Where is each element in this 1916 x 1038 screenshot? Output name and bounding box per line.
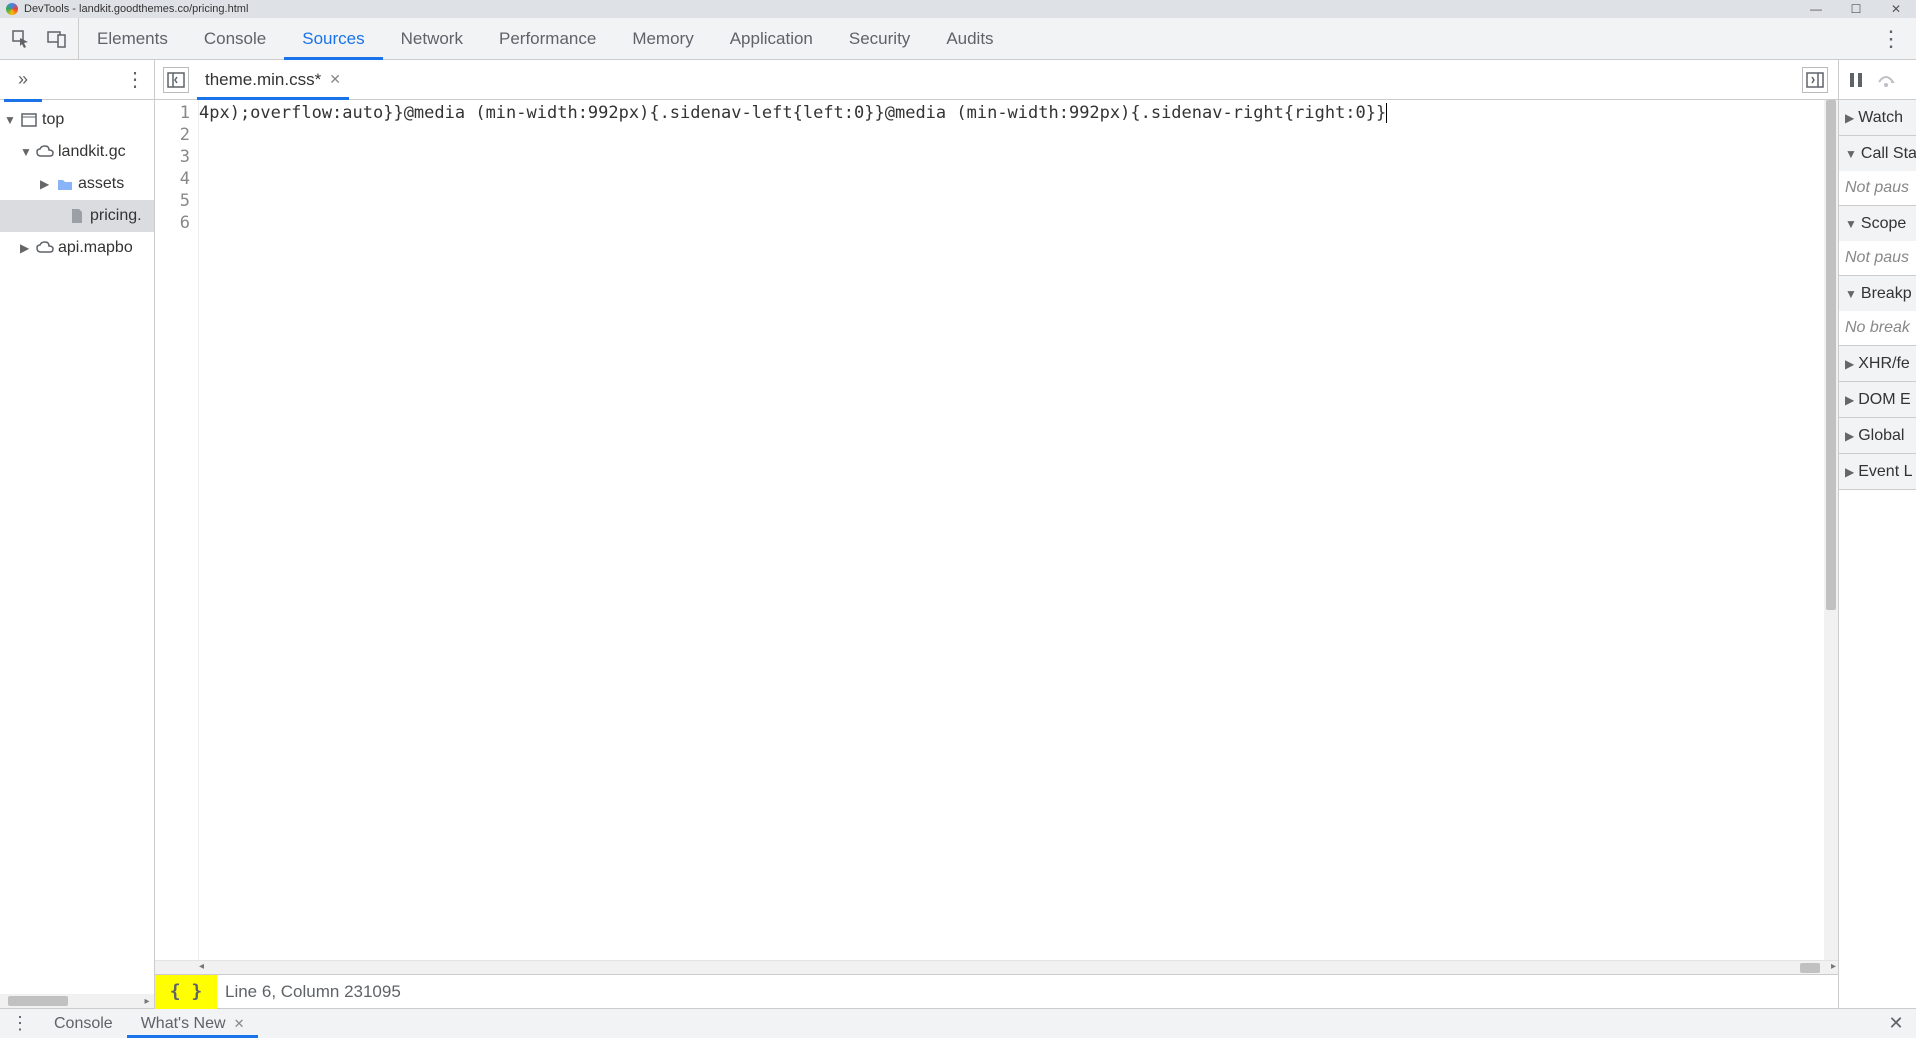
navigator-scrollbar[interactable]: ▸ <box>0 994 154 1008</box>
scope-section[interactable]: ▼Scope Not paus <box>1839 206 1916 276</box>
global-listeners-section[interactable]: ▶Global <box>1839 418 1916 454</box>
scrollbar-thumb[interactable] <box>1800 963 1820 973</box>
navigator-toggle-icon[interactable] <box>163 67 189 93</box>
step-over-icon[interactable] <box>1877 72 1897 88</box>
tree-label: landkit.gc <box>58 143 126 161</box>
collapse-icon[interactable]: ▼ <box>1845 217 1857 231</box>
editor-vscrollbar[interactable] <box>1824 100 1838 960</box>
scrollbar-thumb[interactable] <box>1826 100 1836 610</box>
navigator-menu-icon[interactable]: ⋮ <box>124 69 146 91</box>
cloud-icon <box>36 145 54 159</box>
dom-breakpoints-section[interactable]: ▶DOM E <box>1839 382 1916 418</box>
devtools-main-toolbar: Elements Console Sources Network Perform… <box>0 18 1916 60</box>
tree-row-domain-2[interactable]: ▶ api.mapbo <box>0 232 154 264</box>
inspect-element-icon[interactable] <box>10 28 32 50</box>
tab-sources[interactable]: Sources <box>284 18 382 59</box>
tree-row-folder[interactable]: ▶ assets <box>0 168 154 200</box>
close-tab-icon[interactable]: ✕ <box>329 71 341 88</box>
collapse-icon[interactable]: ▼ <box>20 145 32 159</box>
tree-row-top[interactable]: ▼ top <box>0 104 154 136</box>
tab-application[interactable]: Application <box>712 18 831 59</box>
tab-security[interactable]: Security <box>831 18 928 59</box>
tab-audits[interactable]: Audits <box>928 18 1011 59</box>
main-tabs: Elements Console Sources Network Perform… <box>79 18 1012 59</box>
scroll-right-icon[interactable]: ▸ <box>140 996 154 1007</box>
close-drawer-icon[interactable]: ✕ <box>1876 1009 1916 1038</box>
pretty-print-button[interactable]: { } <box>155 975 217 1009</box>
frame-icon <box>20 113 38 127</box>
settings-menu-icon[interactable]: ⋮ <box>1880 28 1902 50</box>
editor-area: theme.min.css* ✕ 1 2 3 4 5 6 4px);overfl… <box>155 60 1838 1008</box>
tree-row-domain[interactable]: ▼ landkit.gc <box>0 136 154 168</box>
sources-navigator: » ⋮ ▼ top ▼ landkit.gc ▶ assets pr <box>0 60 155 1008</box>
drawer-tab-console[interactable]: Console <box>40 1009 127 1038</box>
window-title: DevTools - landkit.goodthemes.co/pricing… <box>24 3 248 15</box>
tree-row-file[interactable]: pricing. <box>0 200 154 232</box>
folder-icon <box>56 177 74 191</box>
scroll-left-icon[interactable]: ◂ <box>199 961 204 972</box>
breakpoints-section[interactable]: ▼Breakp No break <box>1839 276 1916 346</box>
debugger-toggle-icon[interactable] <box>1802 67 1828 93</box>
drawer-tab-whatsnew[interactable]: What's New ✕ <box>127 1009 259 1038</box>
debugger-pane: ▶Watch ▼Call Sta Not paus ▼Scope Not pau… <box>1838 60 1916 1008</box>
tree-label: api.mapbo <box>58 239 133 257</box>
expand-icon[interactable]: ▶ <box>20 241 32 255</box>
expand-icon[interactable]: ▶ <box>1845 393 1854 407</box>
drawer: ⋮ Console What's New ✕ ✕ <box>0 1008 1916 1038</box>
expand-icon[interactable]: ▶ <box>1845 357 1854 371</box>
tree-label: top <box>42 111 64 129</box>
watch-section[interactable]: ▶Watch <box>1839 100 1916 136</box>
file-icon <box>68 208 86 224</box>
window-titlebar: DevTools - landkit.goodthemes.co/pricing… <box>0 0 1916 18</box>
tab-memory[interactable]: Memory <box>614 18 711 59</box>
pause-button-icon[interactable] <box>1849 72 1863 88</box>
scrollbar-thumb[interactable] <box>8 996 68 1006</box>
expand-icon[interactable]: ▶ <box>40 177 52 191</box>
collapse-icon[interactable]: ▼ <box>1845 287 1857 301</box>
device-toolbar-icon[interactable] <box>46 28 68 50</box>
window-close-button[interactable]: ✕ <box>1876 0 1916 18</box>
editor-tab[interactable]: theme.min.css* ✕ <box>197 60 349 99</box>
code-editor[interactable]: 4px);overflow:auto}}@media (min-width:99… <box>199 100 1824 960</box>
tree-label: assets <box>78 175 124 193</box>
xhr-section[interactable]: ▶XHR/fe <box>1839 346 1916 382</box>
window-minimize-button[interactable]: — <box>1796 0 1836 18</box>
tab-network[interactable]: Network <box>383 18 481 59</box>
editor-tab-label: theme.min.css* <box>205 70 321 90</box>
expand-icon[interactable]: ▶ <box>1845 111 1854 125</box>
tab-elements[interactable]: Elements <box>79 18 186 59</box>
tab-console[interactable]: Console <box>186 18 284 59</box>
close-tab-icon[interactable]: ✕ <box>234 1016 245 1032</box>
event-listener-section[interactable]: ▶Event L <box>1839 454 1916 490</box>
editor-status-bar: { } Line 6, Column 231095 <box>155 974 1838 1008</box>
tree-label: pricing. <box>90 207 142 225</box>
drawer-menu-icon[interactable]: ⋮ <box>0 1009 40 1038</box>
file-tree: ▼ top ▼ landkit.gc ▶ assets pricing. ▶ <box>0 100 154 994</box>
collapse-icon[interactable]: ▼ <box>4 113 16 127</box>
collapse-icon[interactable]: ▼ <box>1845 147 1857 161</box>
expand-icon[interactable]: ▶ <box>1845 429 1854 443</box>
tab-performance[interactable]: Performance <box>481 18 614 59</box>
expand-icon[interactable]: ▶ <box>1845 465 1854 479</box>
editor-hscrollbar[interactable]: ◂ ▸ <box>155 960 1838 974</box>
cursor-position: Line 6, Column 231095 <box>217 982 401 1002</box>
line-gutter: 1 2 3 4 5 6 <box>155 100 199 960</box>
scroll-right-icon[interactable]: ▸ <box>1831 961 1836 972</box>
navigator-more-tabs-icon[interactable]: » <box>8 69 38 90</box>
callstack-section[interactable]: ▼Call Sta Not paus <box>1839 136 1916 206</box>
chrome-favicon-icon <box>6 3 18 15</box>
window-maximize-button[interactable]: ☐ <box>1836 0 1876 18</box>
cloud-icon <box>36 241 54 255</box>
text-caret <box>1386 103 1387 123</box>
